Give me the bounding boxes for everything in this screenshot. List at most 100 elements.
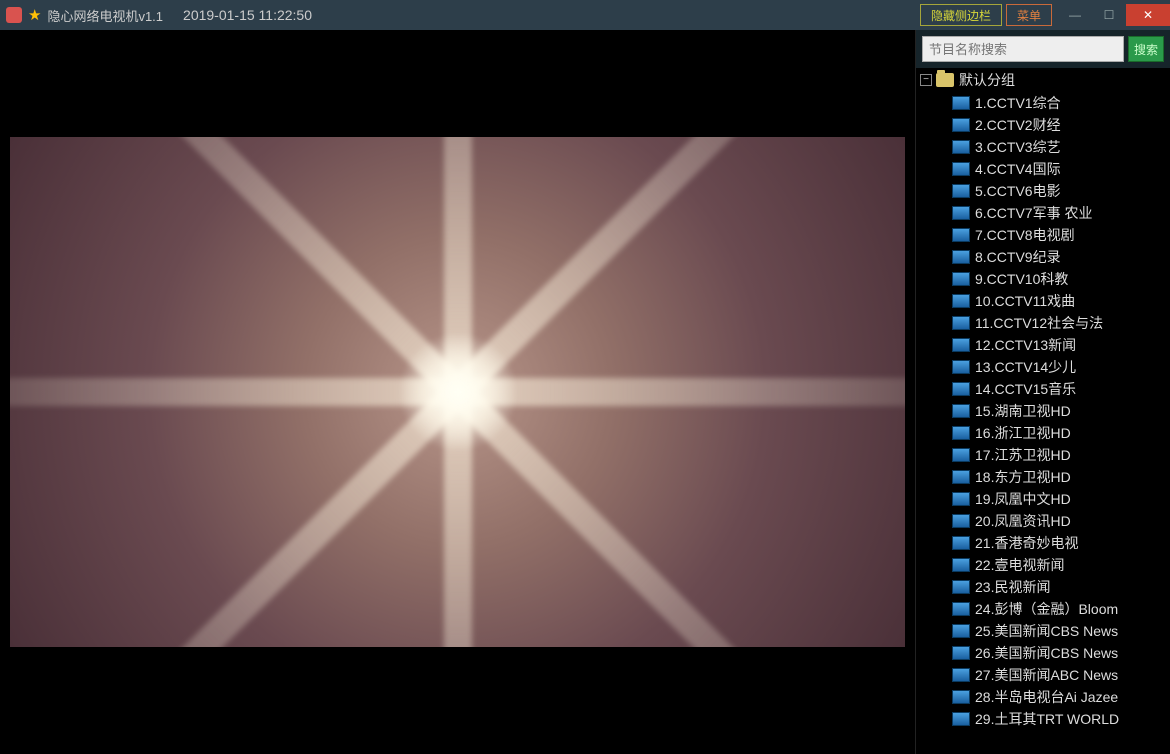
channel-item[interactable]: 20.凤凰资讯HD bbox=[952, 510, 1170, 532]
channel-name: 18.东方卫视HD bbox=[975, 467, 1071, 487]
video-area[interactable] bbox=[0, 30, 915, 754]
channel-name: 22.壹电视新闻 bbox=[975, 555, 1064, 575]
channel-item[interactable]: 12.CCTV13新闻 bbox=[952, 334, 1170, 356]
channel-item[interactable]: 11.CCTV12社会与法 bbox=[952, 312, 1170, 334]
tv-icon bbox=[952, 536, 970, 550]
tv-icon bbox=[952, 184, 970, 198]
app-title: 隐心网络电视机v1.1 bbox=[47, 6, 163, 25]
tv-icon bbox=[952, 294, 970, 308]
channel-item[interactable]: 8.CCTV9纪录 bbox=[952, 246, 1170, 268]
tv-icon bbox=[952, 338, 970, 352]
timestamp: 2019-01-15 11:22:50 bbox=[183, 7, 312, 23]
channel-item[interactable]: 15.湖南卫视HD bbox=[952, 400, 1170, 422]
channel-name: 5.CCTV6电影 bbox=[975, 181, 1061, 201]
tv-icon bbox=[952, 228, 970, 242]
channel-item[interactable]: 27.美国新闻ABC News bbox=[952, 664, 1170, 686]
channel-tree[interactable]: − 默认分组 1.CCTV1综合2.CCTV2财经3.CCTV3综艺4.CCTV… bbox=[916, 68, 1170, 754]
channel-item[interactable]: 9.CCTV10科教 bbox=[952, 268, 1170, 290]
channel-name: 14.CCTV15音乐 bbox=[975, 379, 1076, 399]
channel-list: 1.CCTV1综合2.CCTV2财经3.CCTV3综艺4.CCTV4国际5.CC… bbox=[916, 92, 1170, 730]
tv-icon bbox=[952, 448, 970, 462]
channel-item[interactable]: 28.半岛电视台Ai Jazee bbox=[952, 686, 1170, 708]
tv-icon bbox=[952, 382, 970, 396]
channel-item[interactable]: 6.CCTV7军事 农业 bbox=[952, 202, 1170, 224]
search-button[interactable]: 搜索 bbox=[1128, 36, 1164, 62]
channel-item[interactable]: 23.民视新闻 bbox=[952, 576, 1170, 598]
sidebar: 搜索 − 默认分组 1.CCTV1综合2.CCTV2财经3.CCTV3综艺4.C… bbox=[915, 30, 1170, 754]
channel-item[interactable]: 14.CCTV15音乐 bbox=[952, 378, 1170, 400]
hide-sidebar-button[interactable]: 隐藏侧边栏 bbox=[920, 4, 1002, 26]
channel-name: 2.CCTV2财经 bbox=[975, 115, 1061, 135]
channel-name: 21.香港奇妙电视 bbox=[975, 533, 1078, 553]
channel-name: 28.半岛电视台Ai Jazee bbox=[975, 687, 1118, 707]
main-area: 搜索 − 默认分组 1.CCTV1综合2.CCTV2财经3.CCTV3综艺4.C… bbox=[0, 30, 1170, 754]
collapse-icon[interactable]: − bbox=[920, 74, 932, 86]
channel-item[interactable]: 4.CCTV4国际 bbox=[952, 158, 1170, 180]
window-controls: — ☐ ✕ bbox=[1058, 0, 1170, 30]
channel-item[interactable]: 25.美国新闻CBS News bbox=[952, 620, 1170, 642]
tv-icon bbox=[952, 206, 970, 220]
channel-name: 23.民视新闻 bbox=[975, 577, 1050, 597]
tv-icon bbox=[952, 580, 970, 594]
star-icon: ★ bbox=[28, 6, 41, 24]
channel-name: 24.彭博（金融）Bloom bbox=[975, 599, 1118, 619]
channel-item[interactable]: 17.江苏卫视HD bbox=[952, 444, 1170, 466]
channel-item[interactable]: 22.壹电视新闻 bbox=[952, 554, 1170, 576]
channel-item[interactable]: 24.彭博（金融）Bloom bbox=[952, 598, 1170, 620]
tv-icon bbox=[952, 624, 970, 638]
tv-icon bbox=[952, 668, 970, 682]
group-label: 默认分组 bbox=[959, 70, 1015, 90]
tv-icon bbox=[952, 426, 970, 440]
channel-item[interactable]: 10.CCTV11戏曲 bbox=[952, 290, 1170, 312]
tv-icon bbox=[952, 162, 970, 176]
channel-name: 25.美国新闻CBS News bbox=[975, 621, 1118, 641]
search-row: 搜索 bbox=[916, 30, 1170, 68]
channel-item[interactable]: 7.CCTV8电视剧 bbox=[952, 224, 1170, 246]
channel-item[interactable]: 29.土耳其TRT WORLD bbox=[952, 708, 1170, 730]
channel-name: 11.CCTV12社会与法 bbox=[975, 313, 1103, 333]
channel-item[interactable]: 5.CCTV6电影 bbox=[952, 180, 1170, 202]
channel-item[interactable]: 18.东方卫视HD bbox=[952, 466, 1170, 488]
minimize-button[interactable]: — bbox=[1058, 4, 1092, 26]
channel-name: 1.CCTV1综合 bbox=[975, 93, 1061, 113]
tv-icon bbox=[952, 140, 970, 154]
tv-icon bbox=[952, 602, 970, 616]
channel-item[interactable]: 26.美国新闻CBS News bbox=[952, 642, 1170, 664]
channel-item[interactable]: 19.凤凰中文HD bbox=[952, 488, 1170, 510]
tv-icon bbox=[952, 492, 970, 506]
tv-icon bbox=[952, 558, 970, 572]
channel-item[interactable]: 2.CCTV2财经 bbox=[952, 114, 1170, 136]
channel-name: 15.湖南卫视HD bbox=[975, 401, 1071, 421]
tv-icon bbox=[952, 404, 970, 418]
channel-name: 20.凤凰资讯HD bbox=[975, 511, 1071, 531]
channel-name: 16.浙江卫视HD bbox=[975, 423, 1071, 443]
channel-name: 9.CCTV10科教 bbox=[975, 269, 1068, 289]
tv-icon bbox=[952, 646, 970, 660]
tv-icon bbox=[952, 514, 970, 528]
channel-item[interactable]: 16.浙江卫视HD bbox=[952, 422, 1170, 444]
lens-flare-core bbox=[398, 332, 518, 452]
channel-name: 4.CCTV4国际 bbox=[975, 159, 1061, 179]
channel-name: 17.江苏卫视HD bbox=[975, 445, 1071, 465]
channel-name: 8.CCTV9纪录 bbox=[975, 247, 1061, 267]
tv-icon bbox=[952, 316, 970, 330]
channel-item[interactable]: 3.CCTV3综艺 bbox=[952, 136, 1170, 158]
channel-item[interactable]: 13.CCTV14少儿 bbox=[952, 356, 1170, 378]
titlebar-right-controls: 隐藏侧边栏 菜单 — ☐ ✕ bbox=[920, 0, 1170, 30]
channel-name: 3.CCTV3综艺 bbox=[975, 137, 1061, 157]
menu-button[interactable]: 菜单 bbox=[1006, 4, 1052, 26]
tree-group-default[interactable]: − 默认分组 bbox=[916, 68, 1170, 92]
channel-item[interactable]: 1.CCTV1综合 bbox=[952, 92, 1170, 114]
channel-item[interactable]: 21.香港奇妙电视 bbox=[952, 532, 1170, 554]
channel-name: 7.CCTV8电视剧 bbox=[975, 225, 1075, 245]
folder-icon bbox=[936, 73, 954, 87]
channel-name: 10.CCTV11戏曲 bbox=[975, 291, 1075, 311]
close-button[interactable]: ✕ bbox=[1126, 4, 1170, 26]
maximize-button[interactable]: ☐ bbox=[1092, 4, 1126, 26]
search-input[interactable] bbox=[922, 36, 1124, 62]
channel-name: 27.美国新闻ABC News bbox=[975, 665, 1118, 685]
channel-name: 13.CCTV14少儿 bbox=[975, 357, 1076, 377]
channel-name: 12.CCTV13新闻 bbox=[975, 335, 1076, 355]
tv-icon bbox=[952, 272, 970, 286]
tv-icon bbox=[952, 360, 970, 374]
